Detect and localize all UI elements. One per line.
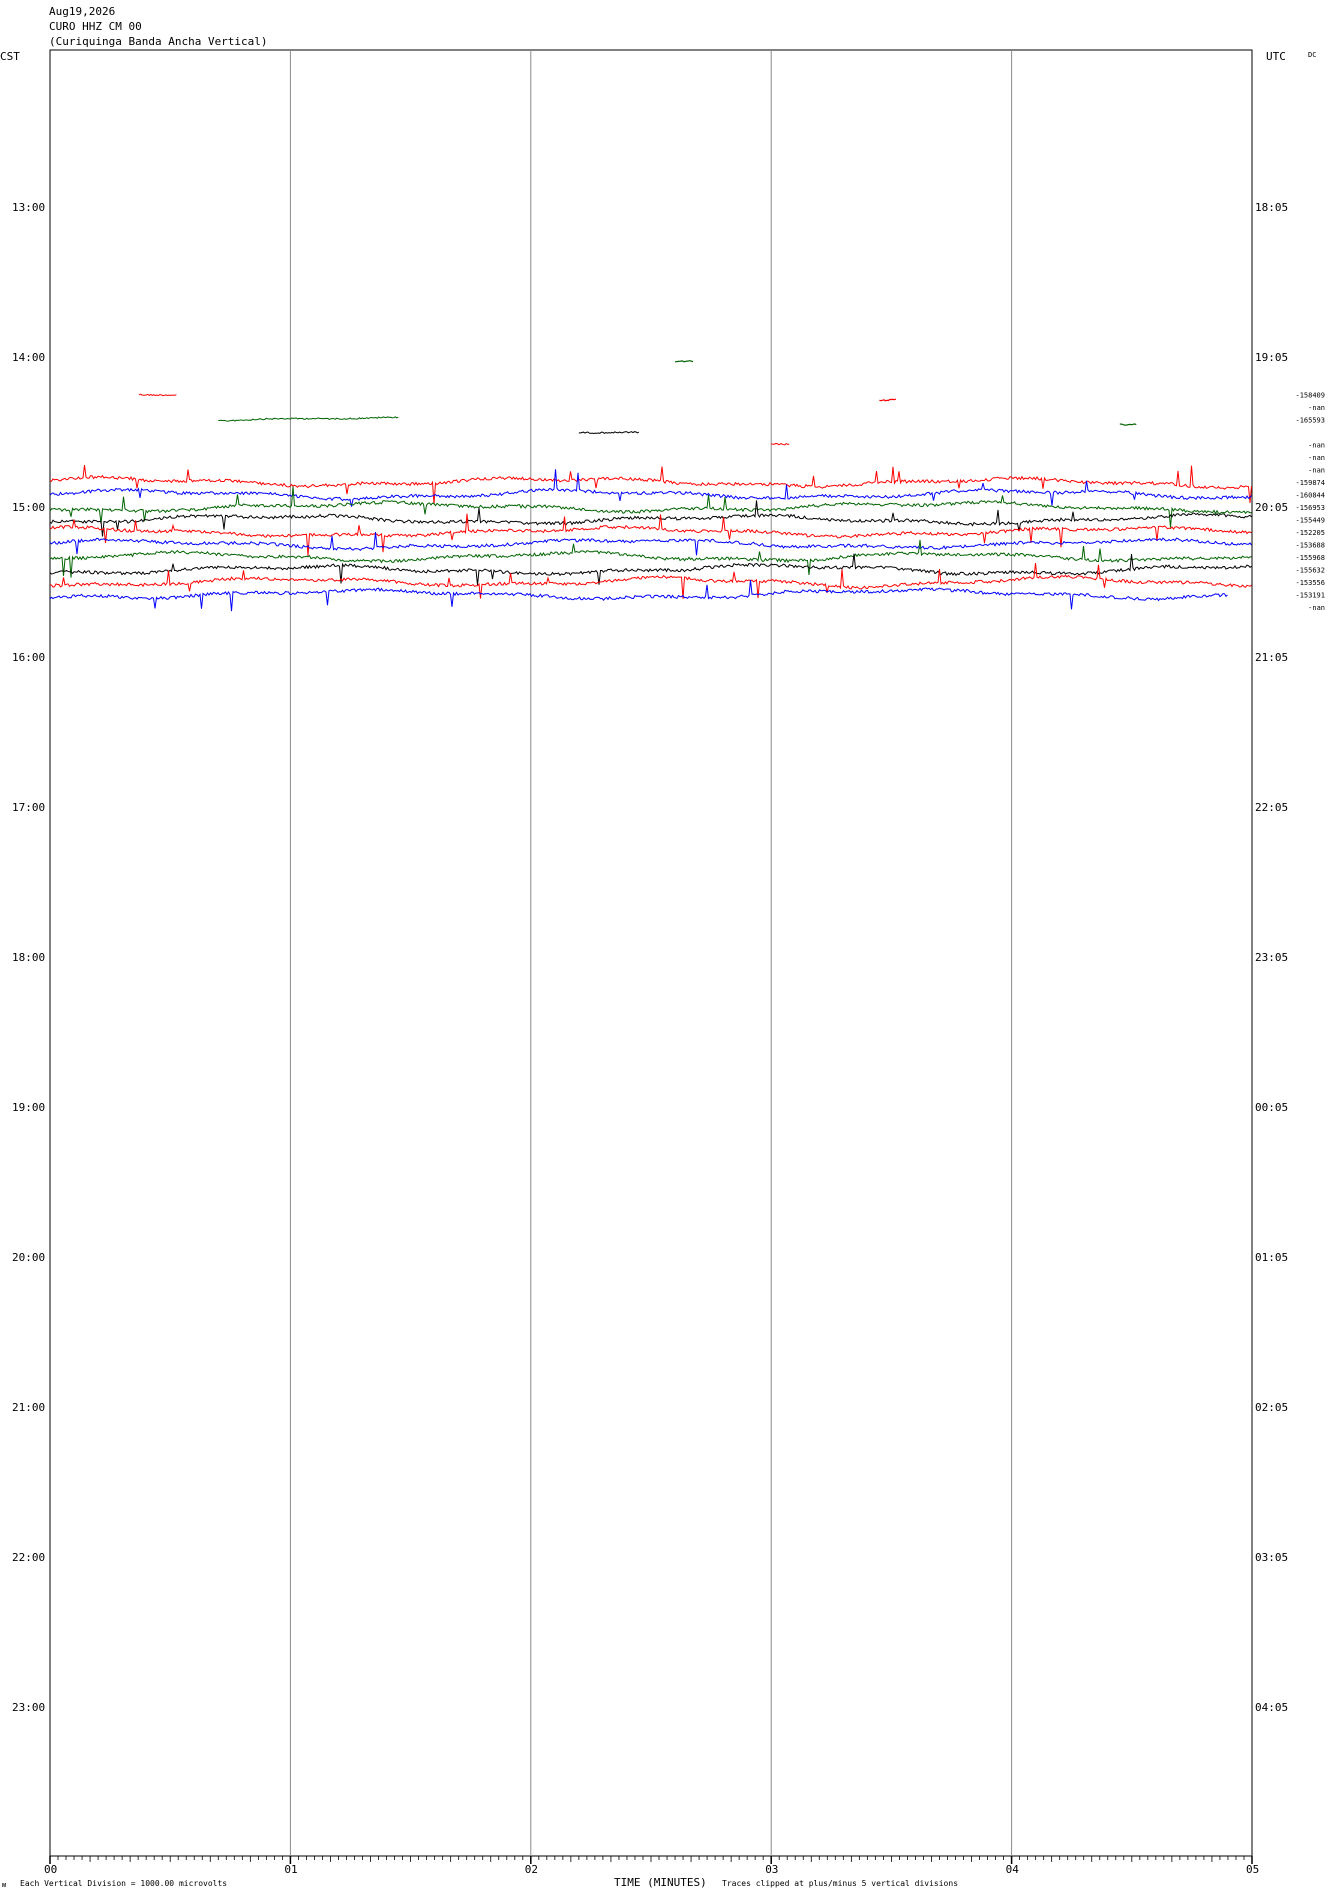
minute-grid	[49, 49, 1253, 1864]
right-hour-label: 00:05	[1255, 1101, 1288, 1114]
trace-rms-label: -155449	[1295, 517, 1325, 525]
x-axis-title: TIME (MINUTES)	[614, 1876, 707, 1889]
trace-rms-label: -nan	[1308, 467, 1325, 475]
seismic-trace	[49, 465, 1252, 505]
plot-frame	[49, 49, 1253, 1857]
trace-rms-label: -nan	[1308, 404, 1325, 412]
x-tick-label: 05	[1246, 1863, 1259, 1876]
right-timezone-label: UTC	[1266, 50, 1286, 63]
right-hour-label: 20:05	[1255, 501, 1288, 514]
seismic-trace	[578, 431, 640, 435]
trace-rms-label: -nan	[1308, 454, 1325, 462]
trace-rms-label: -156953	[1295, 504, 1325, 512]
trace-fragment	[879, 398, 897, 402]
trace-rms-label: -155632	[1295, 567, 1325, 575]
left-hour-label: 18:00	[12, 951, 45, 964]
right-hour-label: 18:05	[1255, 201, 1288, 214]
right-hour-label: 04:05	[1255, 1701, 1288, 1714]
trace-rms-label: -153191	[1295, 592, 1325, 600]
right-hour-label: 21:05	[1255, 651, 1288, 664]
trace-fragment	[1119, 423, 1137, 426]
seismic-trace	[218, 416, 399, 422]
trace-rms-label: -155968	[1295, 554, 1325, 562]
seismic-trace	[49, 500, 1252, 537]
seismic-trace	[138, 393, 177, 397]
left-hour-label: 16:00	[12, 651, 45, 664]
trace-fragment	[674, 360, 694, 363]
x-tick-label: 00	[44, 1863, 57, 1876]
seismic-trace	[49, 579, 1228, 612]
left-hour-label: 22:00	[12, 1551, 45, 1564]
footer-scale-note: Each Vertical Division = 1000.00 microvo…	[20, 1879, 227, 1888]
x-tick-label: 03	[765, 1863, 778, 1876]
left-hour-label: 21:00	[12, 1401, 45, 1414]
left-hour-label: 15:00	[12, 501, 45, 514]
right-hour-label: 22:05	[1255, 801, 1288, 814]
right-hour-label: 02:05	[1255, 1401, 1288, 1414]
right-hour-label: 19:05	[1255, 351, 1288, 364]
x-tick-label: 02	[525, 1863, 538, 1876]
left-hour-label: 20:00	[12, 1251, 45, 1264]
left-hour-label: 17:00	[12, 801, 45, 814]
left-hour-label: 13:00	[12, 201, 45, 214]
right-hour-label: 23:05	[1255, 951, 1288, 964]
x-tick-label: 01	[284, 1863, 297, 1876]
trace-rms-label: -152205	[1295, 529, 1325, 537]
axis-labels: CST UTC DC TIME (MINUTES) Each Vertical …	[0, 50, 1325, 1889]
seismic-trace	[49, 539, 1252, 578]
trace-rms-label: -153556	[1295, 579, 1325, 587]
trace-rms-label: -nan	[1308, 604, 1325, 612]
right-hour-label: 01:05	[1255, 1251, 1288, 1264]
right-hour-label: 03:05	[1255, 1551, 1288, 1564]
x-tick-label: 04	[1006, 1863, 1020, 1876]
seismic-trace	[49, 469, 1252, 507]
trace-rms-label: -160844	[1295, 492, 1325, 500]
trace-rms-label: -153688	[1295, 542, 1325, 550]
left-hour-label: 14:00	[12, 351, 45, 364]
left-hour-label: 23:00	[12, 1701, 45, 1714]
seismic-trace	[49, 532, 1252, 556]
logo-mark: ᴍ	[2, 1881, 6, 1889]
seismic-trace	[771, 442, 790, 446]
corner-label: DC	[1308, 51, 1316, 59]
left-timezone-label: CST	[0, 50, 20, 63]
left-hour-label: 19:00	[12, 1101, 45, 1114]
helicorder-plot: CST UTC DC TIME (MINUTES) Each Vertical …	[0, 49, 1325, 1889]
trace-rms-label: -165593	[1295, 417, 1325, 425]
trace-rms-label: -158409	[1295, 392, 1325, 400]
footer-clip-note: Traces clipped at plus/minus 5 vertical …	[722, 1879, 958, 1888]
trace-rms-label: -nan	[1308, 442, 1325, 450]
trace-rms-label: -159874	[1295, 479, 1325, 487]
seismic-traces	[49, 360, 1252, 612]
